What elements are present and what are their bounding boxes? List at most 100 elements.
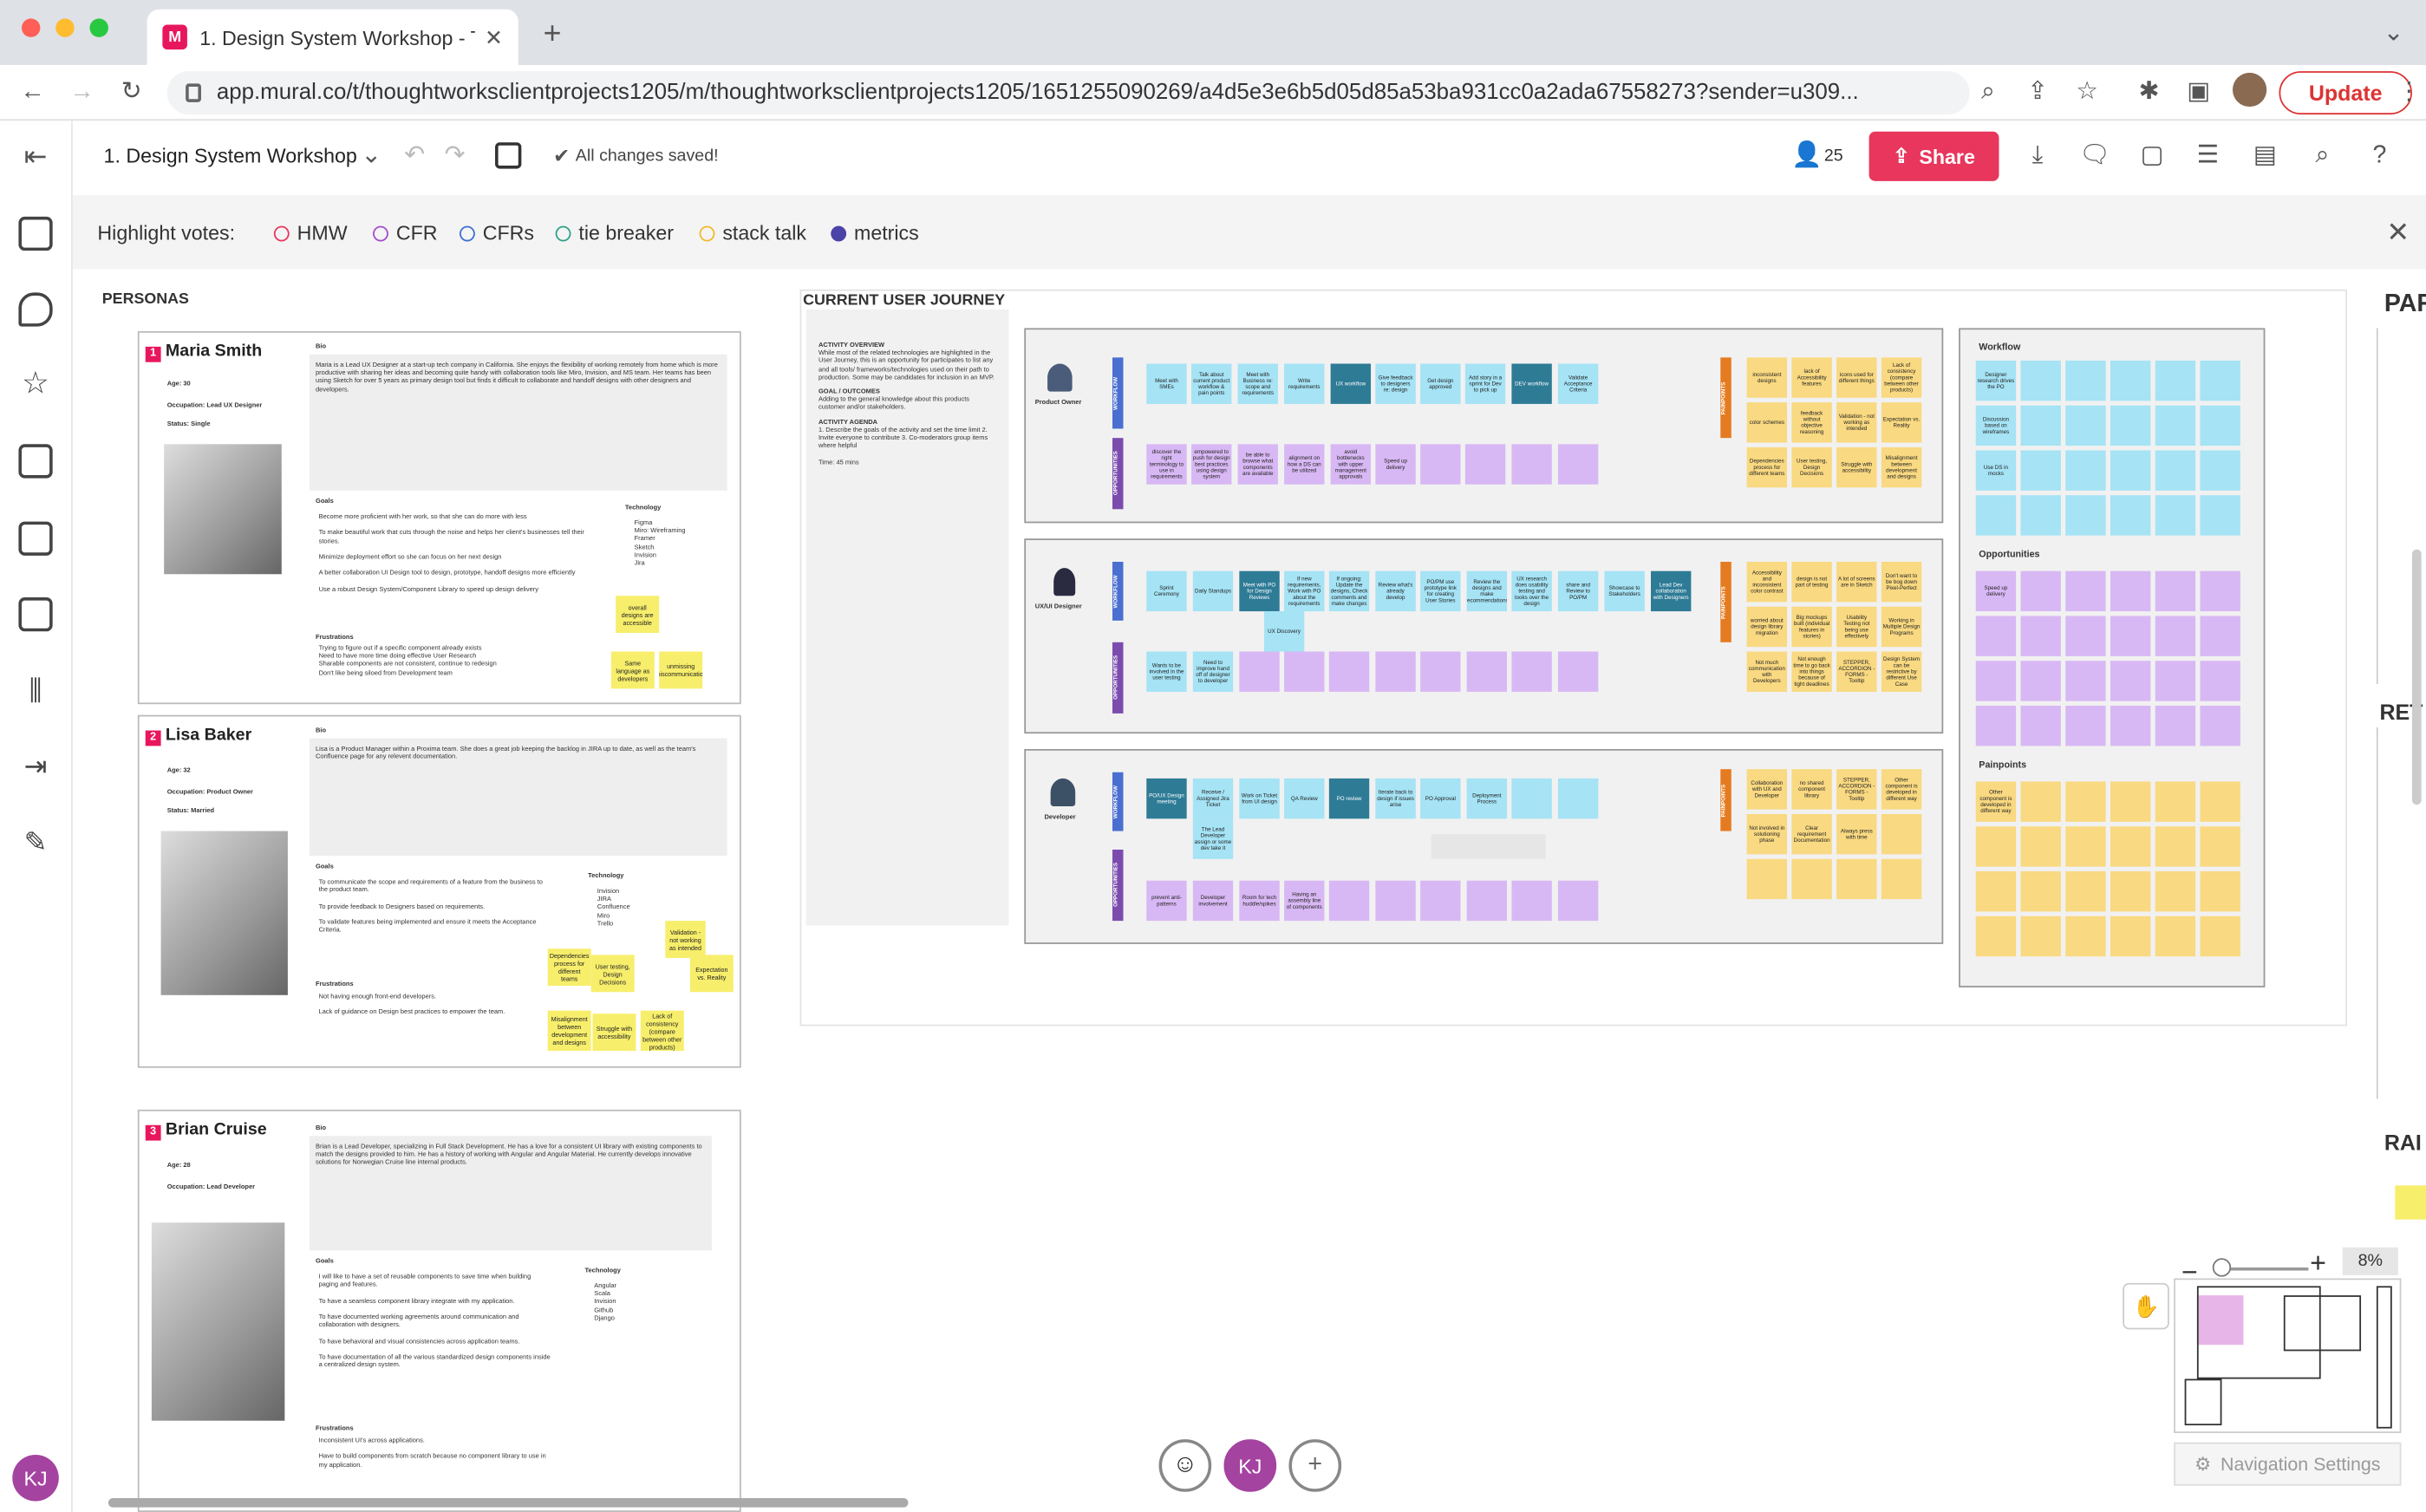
workflow-note[interactable]	[1557, 778, 1599, 819]
painpoint-note[interactable]: Collaboration with UX and Developer	[1746, 769, 1788, 810]
help-icon[interactable]: ?	[2363, 140, 2397, 173]
workflow-note[interactable]: If ongoing: Update the designs, Check co…	[1328, 570, 1370, 612]
summary-opportunity-note[interactable]	[2020, 661, 2061, 701]
summary-painpoint-note[interactable]	[2155, 781, 2196, 822]
search-icon[interactable]: ⌕	[2305, 140, 2339, 173]
summary-opportunity-note[interactable]	[2110, 616, 2151, 656]
opportunity-note[interactable]	[1420, 880, 1461, 922]
summary-opportunity-note[interactable]	[2065, 616, 2106, 656]
summary-painpoint-note[interactable]	[1975, 870, 2017, 912]
workflow-note[interactable]: Add story in a sprint for Dev to pick up	[1464, 363, 1506, 404]
persona-card[interactable]: 2 Lisa Baker Age: 32 Occupation: Product …	[137, 714, 741, 1068]
vote-filter-stack-talk[interactable]: stack talk	[699, 221, 806, 244]
summary-opportunity-note[interactable]	[2110, 661, 2151, 701]
workflow-note[interactable]: Iterate back to design if issues arise	[1375, 778, 1416, 819]
sticky-note[interactable]: Same language as developers	[610, 651, 655, 689]
opportunity-note[interactable]: empowered to push for design best practi…	[1191, 444, 1232, 485]
summary-opportunity-note[interactable]	[2155, 616, 2196, 656]
summary-opportunity-note[interactable]	[2020, 705, 2061, 746]
summary-workflow-note[interactable]	[2110, 495, 2151, 536]
summary-workflow-note[interactable]	[2020, 360, 2061, 401]
grid-icon[interactable]	[18, 521, 53, 556]
sticky-note[interactable]: Dependencies process for different teams	[547, 948, 591, 987]
minimize-window-button[interactable]	[55, 18, 75, 37]
workflow-note[interactable]: Showcase to Stakeholders	[1604, 570, 1645, 612]
workflow-note[interactable]: QA Review	[1284, 778, 1325, 819]
workflow-note[interactable]: PO review	[1328, 778, 1370, 819]
comment-icon[interactable]: ▢	[2136, 140, 2169, 173]
exit-icon[interactable]: ⇤	[18, 140, 52, 173]
opportunity-note[interactable]	[1464, 444, 1506, 485]
summary-workflow-note[interactable]	[2155, 495, 2196, 536]
summary-opportunity-note[interactable]	[2155, 705, 2196, 746]
opportunity-note[interactable]	[1239, 651, 1280, 692]
painpoint-note[interactable]	[1746, 858, 1788, 900]
opportunity-note[interactable]	[1328, 651, 1370, 692]
user-avatar[interactable]: KJ	[1223, 1439, 1277, 1492]
summary-painpoint-note[interactable]	[2110, 826, 2151, 867]
zoom-search-icon[interactable]: ⌕	[1971, 75, 2005, 109]
painpoint-note[interactable]: icons used for different things	[1836, 357, 1877, 398]
share-button[interactable]: ⇪ Share	[1868, 131, 1999, 181]
close-icon[interactable]: ✕	[2381, 215, 2415, 249]
summary-painpoint-note[interactable]	[2155, 826, 2196, 867]
summary-workflow-note[interactable]: Designer research drives the PO	[1975, 360, 2017, 401]
opportunity-note[interactable]	[1511, 880, 1552, 922]
painpoint-note[interactable]: worried about design library migration	[1746, 606, 1788, 648]
persona-card[interactable]: 1 Maria Smith Age: 30 Occupation: Lead UX…	[137, 331, 741, 705]
download-icon[interactable]: ⤓	[2020, 140, 2054, 173]
workflow-note[interactable]: Lead Dev collaboration with Designers	[1650, 570, 1692, 612]
vote-filter-cfr[interactable]: CFR	[373, 221, 437, 244]
tab-close-icon[interactable]: ✕	[485, 24, 503, 50]
activity-icon[interactable]: ☰	[2191, 140, 2225, 173]
summary-opportunity-note[interactable]	[2110, 705, 2151, 746]
summary-painpoint-note[interactable]	[2200, 826, 2240, 867]
workflow-note[interactable]: Receive / Assigned Jira Ticket	[1192, 778, 1234, 819]
workflow-note[interactable]: UX research does usability testing and l…	[1511, 570, 1552, 612]
summary-painpoint-note[interactable]	[2110, 870, 2151, 912]
side-panel-icon[interactable]: ▣	[2181, 75, 2215, 109]
hand-icon[interactable]: ✋	[2123, 1282, 2169, 1330]
summary-painpoint-note[interactable]	[2065, 826, 2106, 867]
painpoint-note[interactable]: inconsistent designs	[1746, 357, 1788, 398]
workflow-note[interactable]: Meet with SMEs	[1146, 363, 1187, 404]
share-page-icon[interactable]: ⇪	[2020, 75, 2054, 109]
opportunity-note[interactable]	[1511, 651, 1552, 692]
painpoint-note[interactable]: Struggle with accessibility	[1836, 446, 1877, 488]
add-icon[interactable]: +	[1288, 1439, 1342, 1492]
workflow-note[interactable]: Get design approved	[1420, 363, 1461, 404]
opportunity-note[interactable]	[1375, 880, 1416, 922]
summary-opportunity-note[interactable]	[1975, 616, 2017, 656]
opportunity-note[interactable]: Need to improve hand off of designer to …	[1192, 651, 1234, 692]
sticky-note[interactable]: Struggle with accessibility	[592, 1013, 636, 1052]
workflow-note[interactable]: share and Review to PO/PM	[1557, 570, 1599, 612]
workflow-note[interactable]: PO Approval	[1420, 778, 1461, 819]
opportunity-note[interactable]: Having an assembly line of components	[1284, 880, 1325, 922]
summary-opportunity-note[interactable]	[2200, 570, 2240, 612]
summary-opportunity-note[interactable]	[2200, 705, 2240, 746]
sticky-note[interactable]: User testing, Design Decisions	[590, 955, 635, 993]
summary-workflow-note[interactable]	[2020, 405, 2061, 446]
chat-icon[interactable]: 🗨	[2078, 140, 2112, 173]
painpoint-note[interactable]: Expectation vs. Reality	[1881, 402, 1922, 443]
summary-painpoint-note[interactable]	[2200, 781, 2240, 822]
painpoint-note[interactable]: Not enough time to go back into things b…	[1791, 651, 1832, 692]
summary-workflow-note[interactable]	[2110, 405, 2151, 446]
opportunity-note[interactable]	[1466, 880, 1508, 922]
painpoint-note[interactable]: design is not part of testing	[1791, 561, 1832, 603]
workflow-note[interactable]: Review the designs and make recommendati…	[1466, 570, 1508, 612]
opportunity-note[interactable]: avoid bottlenecks with upper management …	[1330, 444, 1372, 485]
zoom-slider-handle[interactable]	[2212, 1258, 2232, 1277]
painpoint-note[interactable]: Validation - not working as intended	[1836, 402, 1877, 443]
summary-workflow-note[interactable]	[2155, 450, 2196, 491]
workflow-note[interactable]: UX workflow	[1330, 363, 1372, 404]
summary-painpoint-note[interactable]: Other component is developed in differen…	[1975, 781, 2017, 822]
bookmark-star-icon[interactable]: ☆	[2071, 75, 2104, 109]
painpoint-note[interactable]: Misalignment between development and des…	[1881, 446, 1922, 488]
summary-workflow-note[interactable]	[2020, 495, 2061, 536]
summary-workflow-note[interactable]	[2155, 360, 2196, 401]
summary-painpoint-note[interactable]	[2065, 781, 2106, 822]
summary-workflow-note[interactable]	[2155, 405, 2196, 446]
painpoint-note[interactable]: User testing, Design Decisions	[1791, 446, 1832, 488]
painpoint-note[interactable]: Usability Testing not being use effectiv…	[1836, 606, 1877, 648]
